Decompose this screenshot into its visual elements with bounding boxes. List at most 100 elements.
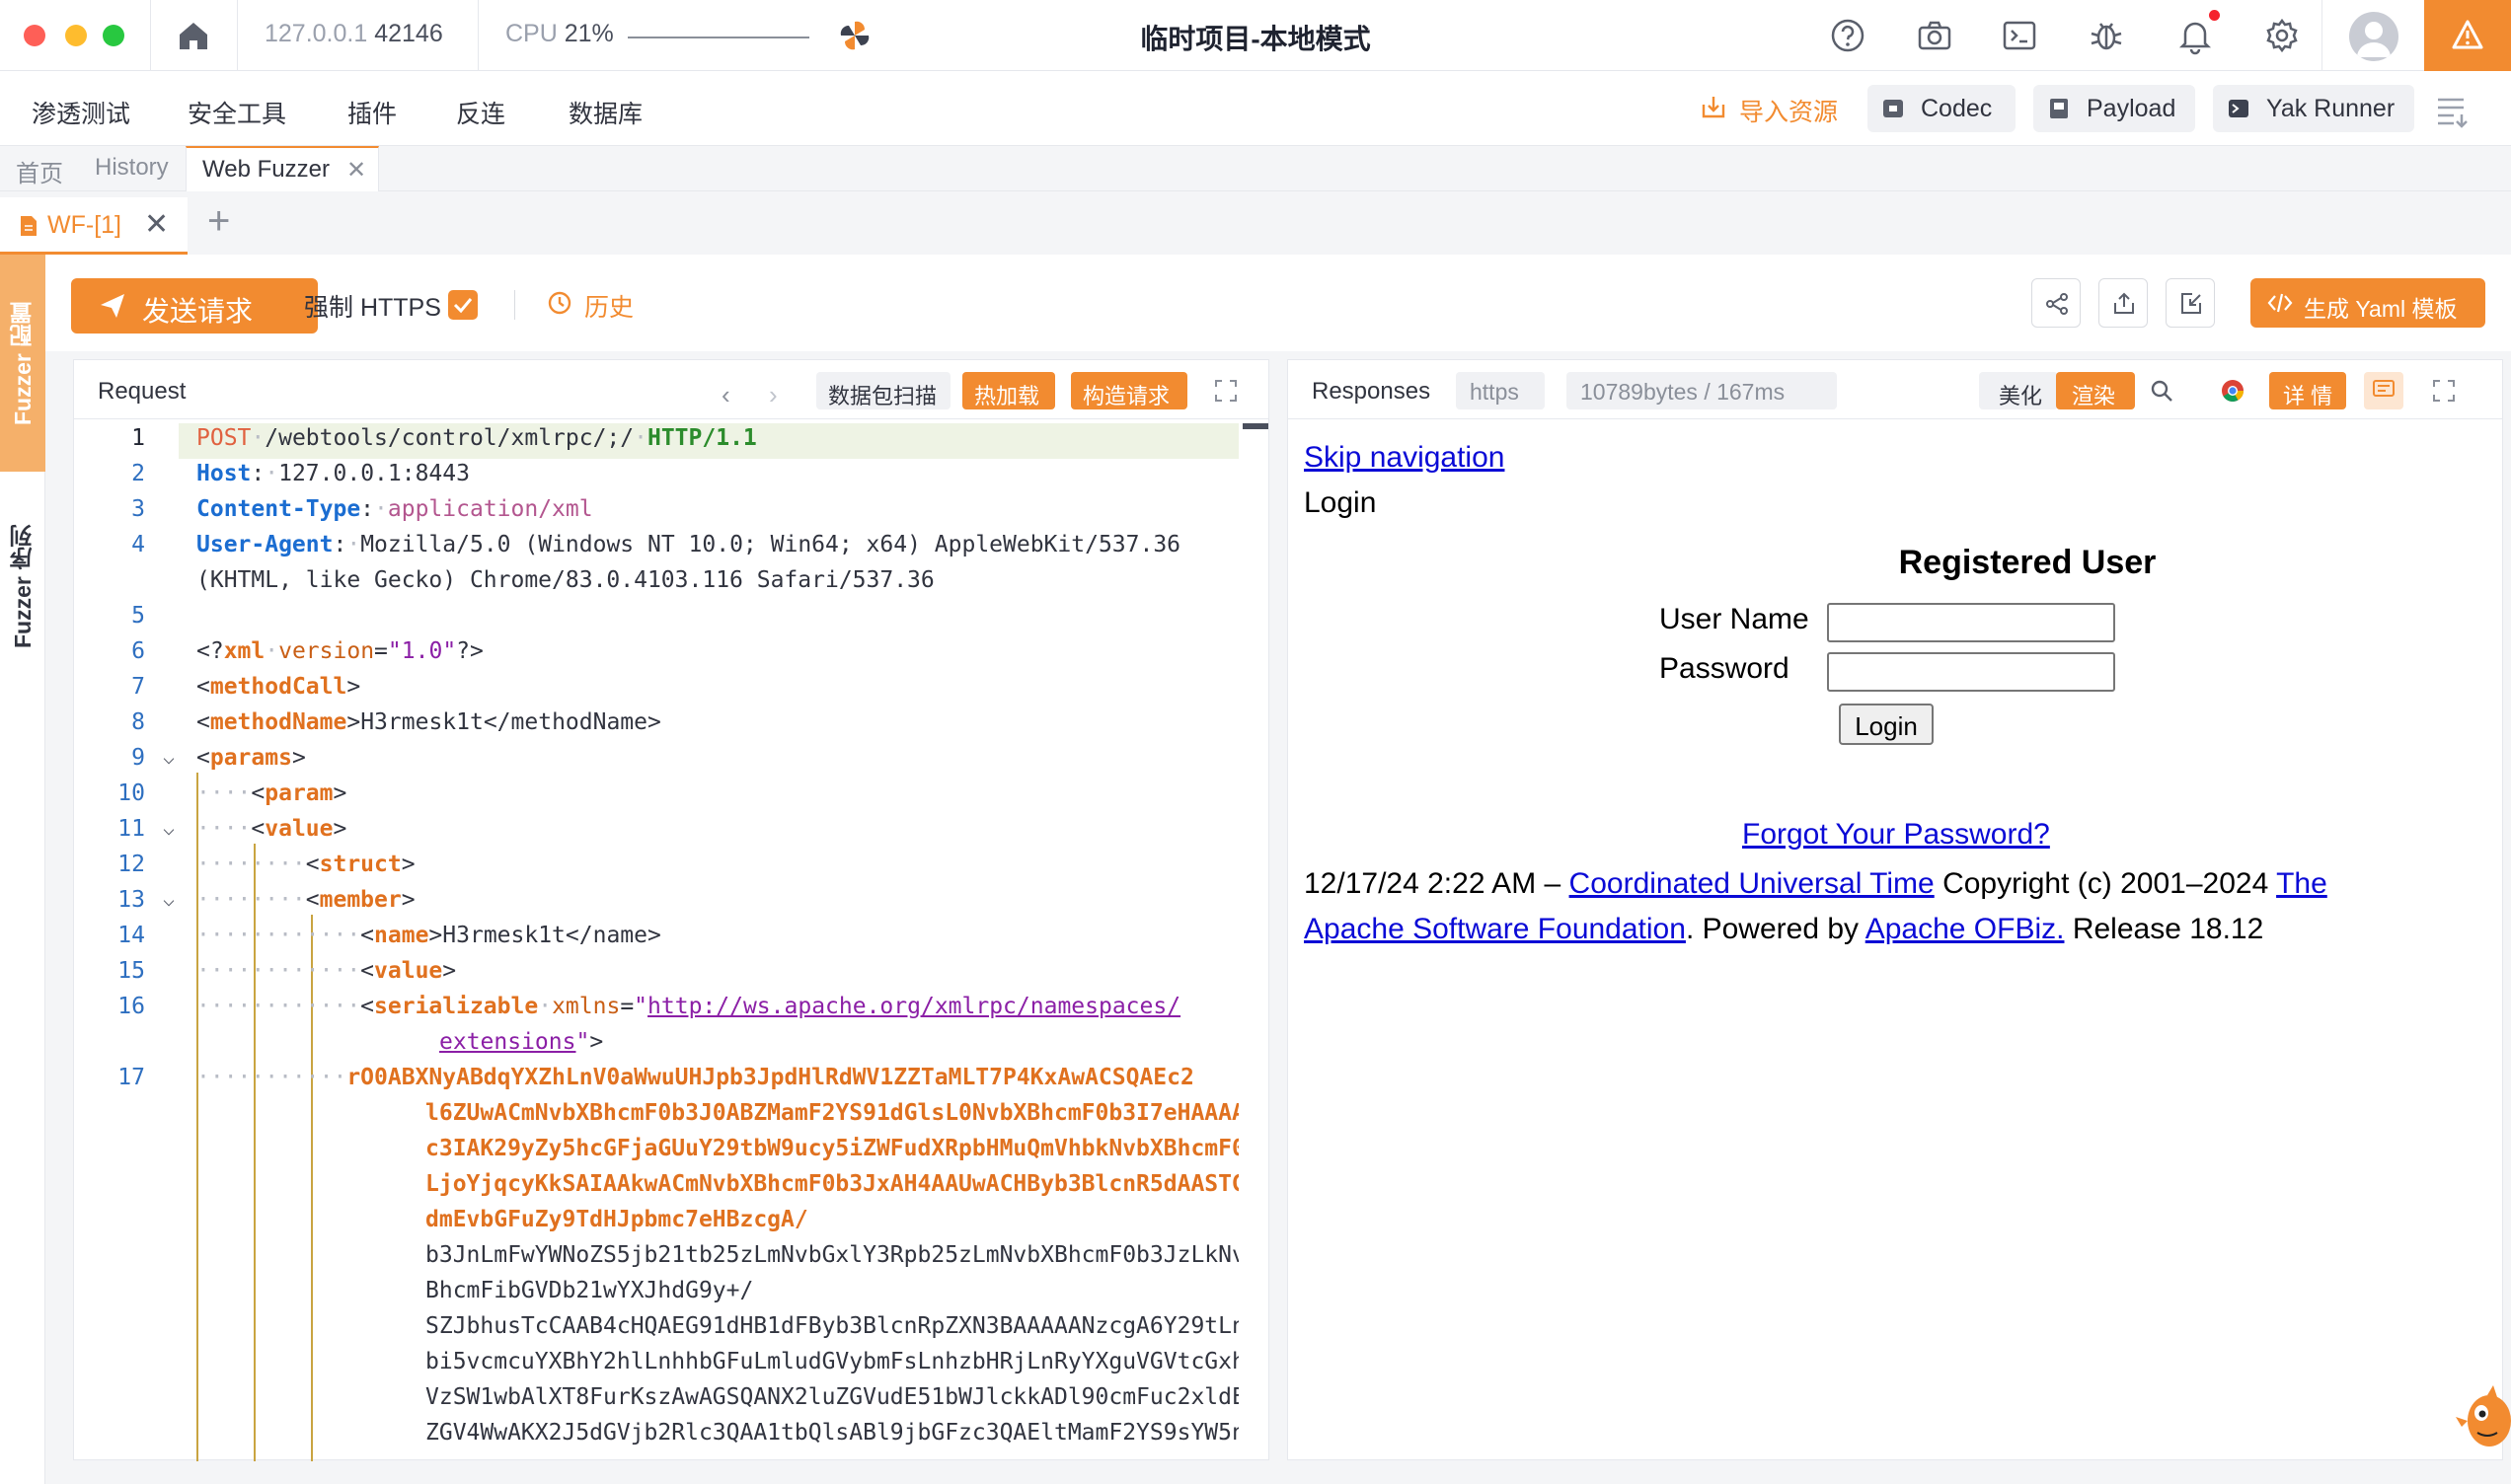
divider (514, 290, 515, 320)
render-label: 渲染 (2072, 384, 2116, 408)
tab-home[interactable]: 首页 (16, 154, 63, 188)
import-button[interactable] (2166, 278, 2215, 328)
comment-button[interactable] (2364, 372, 2403, 409)
close-window-button[interactable] (24, 25, 45, 46)
history-button[interactable]: 历史 (584, 288, 634, 324)
user-avatar[interactable] (2349, 12, 2398, 61)
force-https-checkbox[interactable] (448, 290, 478, 320)
code-line: ····<value> (196, 816, 347, 842)
fold-chevron-icon[interactable]: ⌵ (163, 816, 175, 840)
the-link[interactable]: The (2276, 867, 2327, 900)
request-editor[interactable]: 1 2 3 4 5 6 7 8 9 10 11 12 13 14 15 16 1… (74, 423, 1239, 1461)
close-icon[interactable]: ✕ (346, 156, 366, 185)
minimize-window-button[interactable] (65, 25, 87, 46)
camera-icon[interactable] (1915, 16, 1954, 55)
details-button[interactable]: 详 情 (2269, 372, 2346, 409)
search-icon[interactable] (2149, 378, 2174, 404)
download-icon (1702, 97, 1725, 118)
payload-label: Payload (2087, 95, 2176, 122)
warning-icon (2452, 20, 2483, 49)
password-label: Password (1659, 652, 1789, 685)
fullscreen-icon[interactable] (2431, 378, 2457, 404)
line-number: 17 (117, 1065, 145, 1090)
payload-icon (2050, 99, 2068, 118)
password-input[interactable] (1827, 652, 2115, 692)
editor-scrollbar[interactable] (1243, 423, 1268, 429)
forgot-password-link[interactable]: Forgot Your Password? (1742, 818, 2050, 852)
utc-link[interactable]: Coordinated Universal Time (1569, 867, 1935, 900)
request-title: Request (98, 378, 187, 405)
line-number: 1 (131, 425, 145, 451)
packet-scan-button[interactable]: 数据包扫描 (816, 372, 951, 409)
xmlns-url[interactable]: http://ws.apache.org/xmlrpc/namespaces/ (647, 994, 1180, 1019)
menu-security-tools[interactable]: 安全工具 (188, 95, 286, 130)
terminal-icon (2229, 100, 2248, 117)
add-tab-icon[interactable]: + (207, 199, 230, 244)
xmlns-url-cont[interactable]: extensions (439, 1029, 575, 1055)
bug-icon[interactable] (2087, 16, 2126, 55)
warning-button[interactable] (2424, 0, 2511, 71)
beautify-button[interactable]: 美化 (1979, 372, 2058, 409)
list-icon[interactable] (2434, 91, 2473, 130)
code-line: extensions"> (439, 1029, 604, 1055)
engine-address: 127.0.0.1 42146 (265, 20, 443, 48)
asf-link[interactable]: Apache Software Foundation (1304, 913, 1686, 945)
page-tabs: 首页 History Web Fuzzer ✕ (0, 146, 2511, 191)
title-bar: 127.0.0.1 42146 CPU 21% 临时项目-本地模式 (0, 0, 2511, 71)
side-tab-config[interactable]: Fuzzer 配置 (0, 255, 45, 472)
pinwheel-icon[interactable] (835, 16, 875, 55)
chevron-right-icon[interactable]: › (769, 380, 778, 410)
login-text: Login (1304, 486, 1377, 519)
payload-button[interactable]: Payload (2033, 85, 2195, 132)
skip-navigation-link[interactable]: Skip navigation (1304, 441, 1504, 475)
line-number: 14 (117, 923, 145, 948)
render-button[interactable]: 渲染 (2056, 372, 2135, 409)
request-header: Request ‹ › 数据包扫描 热加载 构造请求 (74, 360, 1268, 419)
fold-chevron-icon[interactable]: ⌵ (163, 745, 175, 769)
chevron-left-icon[interactable]: ‹ (722, 380, 730, 410)
yak-runner-button[interactable]: Yak Runner (2213, 85, 2414, 132)
menu-pentest[interactable]: 渗透测试 (32, 95, 130, 130)
login-button[interactable]: Login (1839, 704, 1934, 745)
cpu-label: CPU (505, 20, 558, 47)
header-value: (KHTML, like Gecko) Chrome/83.0.4103.116… (196, 567, 935, 593)
username-input[interactable] (1827, 603, 2115, 642)
export-button[interactable] (2098, 278, 2148, 328)
menu-reverse[interactable]: 反连 (456, 95, 505, 130)
help-icon[interactable] (1828, 16, 1867, 55)
side-tab-sequence[interactable]: Fuzzer 序列 (0, 487, 45, 685)
send-request-button[interactable]: 发送请求 (71, 278, 318, 334)
construct-request-button[interactable]: 构造请求 (1071, 372, 1187, 409)
hot-reload-button[interactable]: 热加载 (962, 372, 1055, 409)
home-icon[interactable] (174, 16, 213, 55)
menu-database[interactable]: 数据库 (569, 95, 643, 130)
codec-button[interactable]: Codec (1867, 85, 2016, 132)
bell-icon[interactable] (2175, 16, 2215, 55)
ofbiz-link[interactable]: Apache OFBiz. (1865, 913, 2065, 945)
chrome-icon[interactable] (2220, 378, 2245, 404)
code-line: ···········rO0ABXNyABdqYXZhLnV0aWwuUHJpb… (196, 1065, 1194, 1090)
terminal-icon[interactable] (2000, 16, 2039, 55)
request-path: /webtools/control/xmlrpc/;/ (265, 425, 635, 451)
line-number: 10 (117, 780, 145, 806)
line-number: 7 (131, 674, 145, 700)
code-line: ············<value> (196, 958, 457, 984)
menu-plugins[interactable]: 插件 (347, 95, 397, 130)
cpu-indicator: CPU 21% (505, 20, 614, 48)
mascot-icon[interactable] (2448, 1377, 2511, 1456)
tab-history[interactable]: History (95, 154, 169, 182)
generate-yaml-button[interactable]: 生成 Yaml 模板 (2250, 278, 2485, 328)
tab-wf-1[interactable]: WF-[1] ✕ (0, 197, 188, 255)
maximize-window-button[interactable] (103, 25, 124, 46)
tab-web-fuzzer[interactable]: Web Fuzzer ✕ (186, 146, 379, 191)
response-panel: Responses https 10789bytes / 167ms 美化 渲染… (1287, 359, 2503, 1460)
close-icon[interactable]: ✕ (144, 207, 169, 242)
code-line: Host:·127.0.0.1:8443 (196, 461, 470, 486)
gear-icon[interactable] (2262, 16, 2302, 55)
share-button[interactable] (2031, 278, 2081, 328)
fullscreen-icon[interactable] (1213, 378, 1239, 404)
code-line: <methodName>H3rmesk1t</methodName> (196, 709, 661, 735)
fold-chevron-icon[interactable]: ⌵ (163, 887, 175, 911)
divider (478, 0, 479, 71)
scheme-badge: https (1456, 372, 1545, 409)
